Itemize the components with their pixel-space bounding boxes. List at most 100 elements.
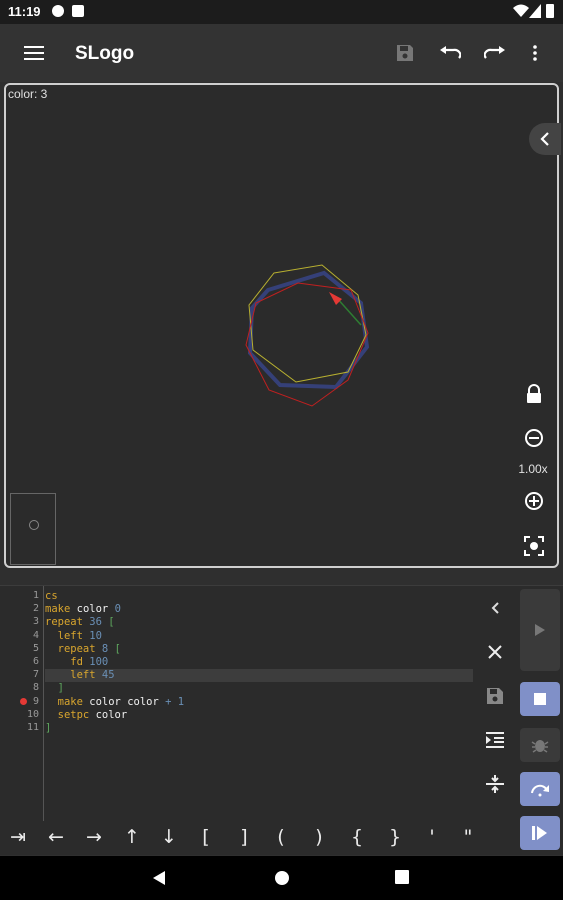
code-line[interactable]: ] — [45, 722, 473, 735]
save-icon[interactable] — [391, 39, 419, 67]
bug-icon[interactable] — [520, 728, 560, 762]
code-line[interactable]: ] — [45, 682, 473, 695]
line-number: 8 — [32, 682, 39, 694]
code-token: color color — [82, 695, 166, 708]
battery-icon — [546, 4, 554, 18]
symbol-key[interactable]: → — [80, 824, 108, 850]
code-line[interactable]: fd 100 — [45, 656, 473, 669]
code-token: color — [89, 708, 128, 721]
line-number: 3 — [32, 616, 39, 628]
fit-screen-icon[interactable] — [521, 533, 547, 559]
symbol-key[interactable]: ) — [305, 824, 333, 850]
code-token: color — [70, 603, 115, 616]
breakpoint-marker[interactable] — [20, 698, 27, 705]
symbol-key[interactable]: ↑ — [118, 824, 146, 850]
code-token: fd — [45, 656, 83, 668]
symbol-key[interactable]: } — [381, 824, 409, 850]
app-title: SLogo — [75, 43, 135, 64]
code-line[interactable]: cs — [45, 590, 473, 603]
editor-tools — [480, 586, 510, 821]
code-line[interactable]: repeat 36 [ — [45, 616, 473, 629]
code-token: 45 — [95, 669, 115, 682]
notification-icon — [52, 5, 64, 17]
code-token: [ — [108, 616, 115, 629]
code-line[interactable]: left 10 — [45, 630, 473, 643]
line-number: 9 — [32, 695, 39, 707]
code-line[interactable]: left 45 — [45, 669, 473, 683]
drawn-octagon-yellow — [248, 264, 367, 383]
line-number: 4 — [32, 629, 39, 641]
line-number: 7 — [32, 669, 39, 681]
symbol-key[interactable]: ↓ — [155, 824, 183, 850]
code-token: make — [45, 603, 71, 616]
line-number: 6 — [32, 656, 39, 667]
symbol-key[interactable]: ( — [267, 824, 295, 850]
code-token: 8 — [95, 642, 115, 655]
line-number: 11 — [26, 722, 39, 733]
code-token: left — [45, 629, 83, 642]
symbol-key[interactable]: " — [454, 824, 482, 850]
home-icon[interactable] — [274, 870, 290, 886]
code-token: repeat — [45, 642, 96, 655]
code-token: + 1 — [165, 695, 185, 708]
code-token: [ — [114, 642, 121, 655]
code-token: left — [45, 669, 96, 682]
recents-icon[interactable] — [395, 870, 409, 884]
redo-icon[interactable] — [481, 39, 509, 67]
minimap[interactable] — [10, 493, 56, 565]
code-token: ] — [45, 682, 64, 695]
symbol-key[interactable]: ' — [418, 824, 446, 850]
chevron-left-icon[interactable] — [482, 595, 508, 621]
zoom-out-icon[interactable] — [521, 425, 547, 451]
code-token: setpc — [45, 708, 90, 721]
code-token: 10 — [82, 629, 102, 642]
close-icon[interactable] — [482, 639, 508, 665]
code-line[interactable]: make color color + 1 — [45, 696, 473, 709]
code-token: cs — [45, 590, 58, 602]
step-into-icon[interactable] — [520, 816, 560, 850]
navigation-bar — [0, 856, 563, 900]
code-token: 100 — [82, 656, 109, 668]
code-token: make — [45, 695, 83, 708]
code-text[interactable]: cs make color 0 repeat 36 [ left 10 repeat… — [45, 586, 475, 821]
app-bar: SLogo — [0, 24, 563, 82]
vertical-align-center-icon[interactable] — [482, 771, 508, 797]
lock-icon[interactable] — [521, 381, 547, 407]
menu-icon[interactable] — [20, 39, 48, 67]
code-token: 0 — [114, 603, 121, 616]
chevron-left-icon[interactable] — [529, 123, 561, 155]
symbol-key[interactable]: ] — [230, 824, 258, 850]
zoom-level: 1.00x — [518, 462, 548, 476]
symbol-bar: ⇥ ← → ↑ ↓ [] () {} ' " — [0, 818, 500, 856]
symbol-key[interactable]: ← — [42, 824, 70, 850]
turtle-icon — [329, 292, 342, 305]
code-token: 36 — [82, 616, 109, 629]
symbol-key[interactable]: ⇥ — [4, 824, 32, 850]
code-line[interactable]: setpc color — [45, 709, 473, 722]
stop-icon[interactable] — [520, 682, 560, 716]
status-time: 11:19 — [8, 4, 41, 19]
code-token: repeat — [45, 616, 83, 629]
wifi-icon — [513, 4, 529, 17]
save-icon[interactable] — [482, 683, 508, 709]
code-token: ] — [45, 722, 52, 734]
zoom-in-icon[interactable] — [521, 488, 547, 514]
undo-icon[interactable] — [436, 39, 464, 67]
format-indent-icon[interactable] — [482, 727, 508, 753]
code-line[interactable]: repeat 8 [ — [45, 643, 473, 656]
turtle-canvas[interactable]: color: 3 1.00x — [4, 83, 561, 568]
code-line[interactable]: make color 0 — [45, 603, 473, 616]
status-bar: 11:19 — [0, 0, 563, 24]
code-editor[interactable]: 1 2 3 4 5 6 7 8 9 10 11 cs make color 0 repeat 36 [ … — [0, 585, 563, 855]
symbol-key[interactable]: { — [343, 824, 371, 850]
symbol-key[interactable]: [ — [192, 824, 220, 850]
play-icon[interactable] — [520, 589, 560, 671]
line-number: 1 — [32, 590, 39, 601]
step-over-icon[interactable] — [520, 772, 560, 806]
minimap-turtle — [29, 520, 39, 530]
back-icon[interactable] — [152, 870, 166, 886]
sd-card-icon — [72, 5, 84, 17]
turtle-drawing — [245, 264, 370, 407]
more-vert-icon[interactable] — [521, 39, 549, 67]
line-number: 5 — [32, 642, 39, 654]
